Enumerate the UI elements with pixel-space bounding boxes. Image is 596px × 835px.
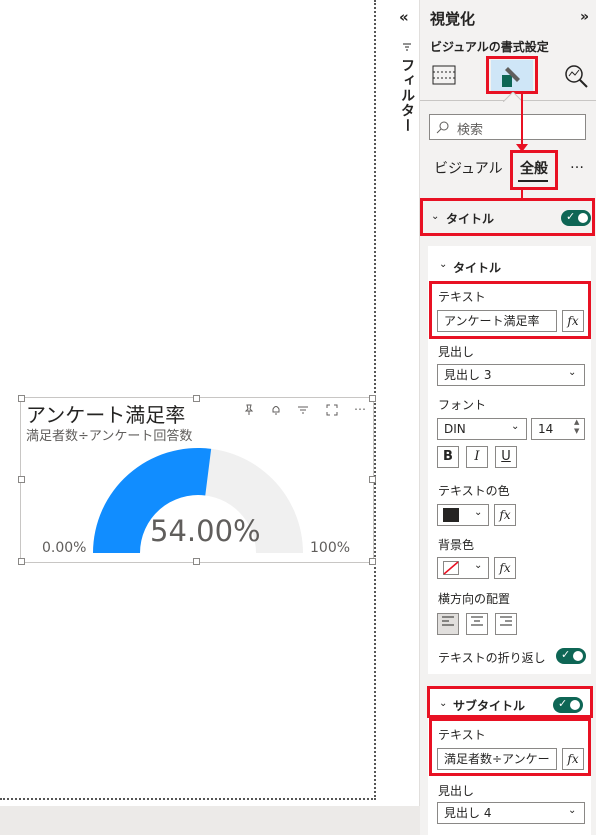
expand-pane-icon[interactable]: » (580, 9, 589, 25)
collapse-filters-icon[interactable]: « (399, 8, 409, 26)
canvas-bottom-border (0, 798, 376, 800)
italic-button[interactable]: I (466, 446, 488, 468)
search-placeholder: 検索 (457, 123, 484, 138)
more-options-icon[interactable]: … (570, 156, 584, 172)
heading-label: 見出し (438, 345, 475, 359)
text-color-swatch (443, 508, 459, 522)
text-color-label: テキストの色 (438, 484, 510, 498)
bold-button[interactable]: B (437, 446, 459, 468)
filter-pane-label[interactable]: フィルター (397, 58, 417, 133)
chevron-down-icon[interactable]: ⌄ (474, 507, 482, 518)
chevron-down-icon[interactable]: ⌄ (511, 421, 519, 432)
focus-mode-icon[interactable] (326, 404, 338, 416)
highlight-subtitle-text (429, 718, 591, 776)
align-left-icon (442, 616, 454, 626)
highlight-format-tab (486, 56, 538, 94)
analytics-magnifier-icon[interactable] (563, 63, 589, 89)
filter-icon[interactable] (297, 404, 309, 416)
gauge-min-label: 0.00% (42, 540, 87, 556)
no-color-swatch-icon (443, 561, 459, 575)
visual-subtitle: 満足者数÷アンケート回答数 (26, 429, 193, 444)
align-right-button[interactable] (495, 613, 517, 635)
search-input[interactable] (429, 114, 586, 140)
font-size-value: 14 (538, 422, 554, 436)
underline-button[interactable]: U (495, 446, 517, 468)
resize-handle[interactable] (18, 558, 25, 565)
wrap-toggle[interactable]: ✓ (556, 648, 586, 664)
tab-visual[interactable]: ビジュアル (434, 158, 503, 178)
pane-subtitle: ビジュアルの書式設定 (430, 40, 549, 54)
subtitle-heading-dropdown[interactable]: 見出し 4 (437, 802, 585, 824)
search-icon (436, 121, 449, 134)
chevron-down-icon[interactable]: ⌄ (439, 259, 447, 270)
align-left-button[interactable] (437, 613, 459, 635)
pin-icon[interactable] (243, 404, 255, 416)
subtitle-heading-label: 見出し (438, 784, 475, 798)
highlight-subtitle-section (427, 686, 593, 718)
visual-title: アンケート満足率 (26, 403, 186, 427)
resize-handle[interactable] (369, 558, 376, 565)
resize-handle[interactable] (18, 395, 25, 402)
chevron-down-icon[interactable]: ⌄ (474, 560, 482, 571)
highlight-title-section (420, 198, 595, 236)
filter-funnel-icon (403, 43, 411, 51)
alignment-label: 横方向の配置 (438, 592, 511, 606)
bg-color-fx-button[interactable]: fx (494, 557, 516, 579)
align-center-icon (471, 616, 483, 626)
bell-icon[interactable] (270, 404, 282, 416)
pane-title: 視覚化 (430, 10, 476, 28)
resize-handle[interactable] (193, 395, 200, 402)
resize-handle[interactable] (369, 476, 376, 483)
resize-handle[interactable] (193, 558, 200, 565)
font-label: フォント (438, 398, 487, 412)
more-options-icon[interactable]: ⋯ (354, 402, 366, 416)
subtitle-heading-value: 見出し 4 (444, 806, 492, 820)
resize-handle[interactable] (18, 476, 25, 483)
font-value: DIN (444, 422, 466, 436)
page-tabs-bar (0, 806, 420, 835)
bg-color-label: 背景色 (438, 538, 475, 552)
heading-value: 見出し 3 (444, 368, 492, 382)
stepper-arrows-icon[interactable]: ▲ ▼ (574, 418, 579, 436)
gauge-max-label: 100% (310, 540, 351, 556)
text-color-fx-button[interactable]: fx (494, 504, 516, 526)
gauge-value-label: 54.00% (150, 514, 261, 548)
title-card-heading: タイトル (453, 261, 502, 275)
resize-handle[interactable] (369, 395, 376, 402)
wrap-label: テキストの折り返し (438, 651, 546, 665)
chevron-down-icon[interactable]: ⌄ (568, 367, 576, 378)
align-center-button[interactable] (466, 613, 488, 635)
heading-dropdown[interactable]: 見出し 3 (437, 364, 585, 386)
build-visual-icon[interactable] (432, 64, 456, 86)
highlight-title-text (429, 281, 591, 339)
chevron-down-icon[interactable]: ⌄ (568, 805, 576, 816)
align-right-icon (500, 616, 512, 626)
